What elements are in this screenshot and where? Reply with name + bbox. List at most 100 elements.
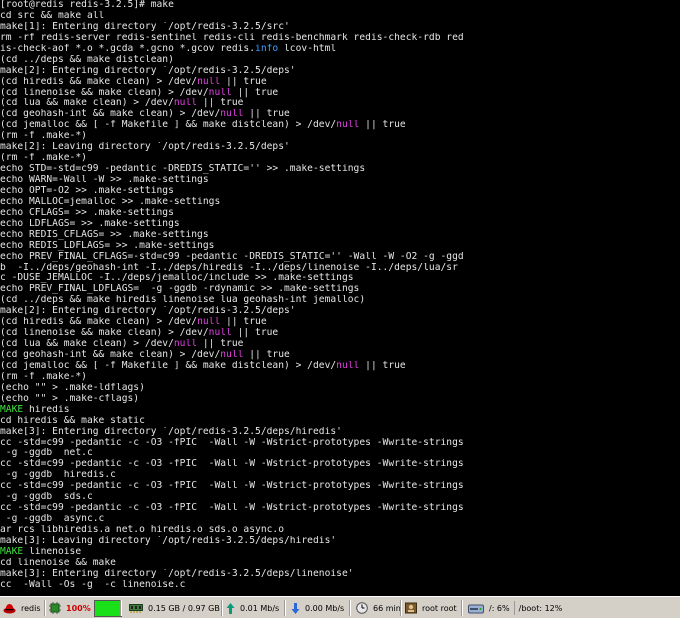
cpu-graph xyxy=(93,599,122,617)
terminal-line: echo WARN=-Wall -W >> .make-settings xyxy=(0,175,680,186)
terminal-text: (echo "" > .make-ldflags) xyxy=(0,382,145,393)
cpu-icon xyxy=(49,602,61,614)
terminal-line: echo STD=-std=c99 -pedantic -DREDIS_STAT… xyxy=(0,164,680,175)
terminal-text: (rm -f .make-*) xyxy=(0,153,87,164)
terminal-line: ar rcs libhiredis.a net.o hiredis.o sds.… xyxy=(0,525,680,536)
terminal-line: (cd ../deps && make distclean) xyxy=(0,55,680,66)
terminal-line: is-check-aof *.o *.gcda *.gcno *.gcov re… xyxy=(0,44,680,55)
terminal-highlight-null: null xyxy=(173,98,198,109)
terminal-text: cd hiredis && make static xyxy=(0,415,145,426)
terminal-line: cc -Wall -Os -g -c linenoise.c xyxy=(0,580,680,591)
terminal-line: (cd lua && make clean) > /dev/null || tr… xyxy=(0,339,680,350)
cpu-percent: 100% xyxy=(66,603,91,613)
terminal-text: cc -std=c99 -pedantic -c -O3 -fPIC -Wall… xyxy=(0,503,464,514)
terminal-line: cd src && make all xyxy=(0,11,680,22)
uptime-item[interactable]: 66 min xyxy=(356,600,401,616)
terminal-text: (cd ../deps && make hiredis linenoise lu… xyxy=(0,295,366,306)
net-download-item[interactable]: 0.00 Mb/s xyxy=(291,600,344,616)
terminal-highlight-null: null xyxy=(208,87,232,98)
terminal-text: (cd jemalloc && [ -f Makefile ] && make … xyxy=(0,360,337,371)
terminal-text: (cd geohash-int && make clean) > /dev/ xyxy=(0,350,221,360)
terminal-text: || true xyxy=(243,350,290,360)
net-download-rate: 0.00 Mb/s xyxy=(305,603,345,613)
status-panel: redis 100% 0.15 GB / 0.97 GB 0.01 Mb/s 0… xyxy=(0,596,680,618)
terminal-line: (rm -f .make-*) xyxy=(0,372,680,383)
disk-usage-divider xyxy=(513,601,515,615)
hard-drive-icon xyxy=(468,604,484,613)
terminal-line: c -DUSE_JEMALLOC -I../deps/jemalloc/incl… xyxy=(0,273,680,284)
terminal-text: (cd lua && make clean) > /dev/ xyxy=(0,339,174,350)
terminal-line: echo PREV_FINAL_CFLAGS=-std=c99 -pedanti… xyxy=(0,252,680,263)
terminal-line: (cd linenoise && make clean) > /dev/null… xyxy=(0,328,680,339)
terminal-line: MAKE linenoise xyxy=(0,547,680,558)
terminal-text: || true xyxy=(220,317,267,328)
terminal-output[interactable]: [root@redis redis-3.2.5]# make cd src && … xyxy=(0,0,680,596)
users-value: root root xyxy=(422,603,457,613)
terminal-line: (echo "" > .make-ldflags) xyxy=(0,383,680,394)
terminal-line: cd linenoise && make xyxy=(0,558,680,569)
separator xyxy=(349,600,351,616)
terminal-highlight-null: null xyxy=(197,76,221,87)
terminal-text: (cd linenoise && make clean) > /dev/ xyxy=(0,328,209,339)
terminal-text: cc -std=c99 -pedantic -c -O3 -fPIC -Wall… xyxy=(0,481,464,492)
terminal-line: -g -ggdb hiredis.c xyxy=(0,470,680,481)
memory-icon xyxy=(129,604,143,613)
terminal-text: linenoise xyxy=(23,546,82,557)
terminal-line: (cd hiredis && make clean) > /dev/null |… xyxy=(0,77,680,88)
terminal-text: make[2]: Entering directory `/opt/redis-… xyxy=(0,306,296,317)
terminal-text: (cd geohash-int && make clean) > /dev/ xyxy=(0,109,221,120)
terminal-line: echo LDFLAGS= >> .make-settings xyxy=(0,219,680,230)
terminal-line: (cd ../deps && make hiredis linenoise lu… xyxy=(0,295,680,306)
cpu-item[interactable]: 100% xyxy=(49,599,122,617)
terminal-text: (cd hiredis && make clean) > /dev/ xyxy=(0,76,198,87)
terminal-line: MAKE hiredis xyxy=(0,405,680,416)
terminal-highlight-null: null xyxy=(173,339,198,350)
terminal-line: rm -rf redis-server redis-sentinel redis… xyxy=(0,33,680,44)
terminal-text: make[3]: Entering directory `/opt/redis-… xyxy=(0,426,342,437)
users-item[interactable]: root root xyxy=(405,600,457,616)
disk-item[interactable]: /: 6% /boot: 12% xyxy=(468,600,562,616)
terminal-line: cc -std=c99 -pedantic -c -O3 -fPIC -Wall… xyxy=(0,503,680,514)
terminal-line: (cd linenoise && make clean) > /dev/null… xyxy=(0,88,680,99)
terminal-text: echo REDIS_LDFLAGS= >> .make-settings xyxy=(0,240,215,251)
download-arrow-icon xyxy=(291,602,300,614)
terminal-line: (rm -f .make-*) xyxy=(0,153,680,164)
uptime-value: 66 min xyxy=(373,603,401,613)
disk-boot-usage: /boot: 12% xyxy=(518,603,563,613)
terminal-line: b -I../deps/geohash-int -I../deps/hiredi… xyxy=(0,263,680,274)
terminal-text: echo PREV_FINAL_LDFLAGS= -g -ggdb -rdyna… xyxy=(0,284,360,295)
terminal-text: cd linenoise && make xyxy=(0,557,116,568)
clock-icon xyxy=(356,602,368,614)
terminal-text: (rm -f .make-*) xyxy=(0,131,87,142)
hostname-item[interactable]: redis xyxy=(3,600,41,616)
terminal-line: cc -std=c99 -pedantic -c -O3 -fPIC -Wall… xyxy=(0,438,680,449)
terminal-line: cc -std=c99 -pedantic -c -O3 -fPIC -Wall… xyxy=(0,481,680,492)
terminal-text: c -DUSE_JEMALLOC -I../deps/jemalloc/incl… xyxy=(0,273,354,284)
net-upload-rate: 0.01 Mb/s xyxy=(240,603,280,613)
terminal-highlight-null: null xyxy=(197,317,221,328)
terminal-text: || true xyxy=(231,328,279,339)
net-upload-item[interactable]: 0.01 Mb/s xyxy=(226,600,279,616)
terminal-text: cd src && make all xyxy=(0,10,105,21)
terminal-text: (cd linenoise && make clean) > /dev/ xyxy=(0,87,209,98)
terminal-line: (echo "" > .make-cflags) xyxy=(0,394,680,405)
terminal-text: echo MALLOC=jemalloc >> .make-settings xyxy=(0,196,221,207)
terminal-text: echo CFLAGS= >> .make-settings xyxy=(0,207,174,218)
terminal-line: (rm -f .make-*) xyxy=(0,131,680,142)
terminal-highlight-null: null xyxy=(336,120,360,131)
terminal-line: (cd lua && make clean) > /dev/null || tr… xyxy=(0,98,680,109)
terminal-line: make[2]: Leaving directory `/opt/redis-3… xyxy=(0,142,680,153)
terminal-text: (rm -f .make-*) xyxy=(0,371,87,382)
terminal-text: b -I../deps/geohash-int -I../deps/hiredi… xyxy=(0,262,458,273)
terminal-highlight-null: null xyxy=(208,328,232,339)
memory-item[interactable]: 0.15 GB / 0.97 GB xyxy=(129,600,220,616)
terminal-line: echo REDIS_LDFLAGS= >> .make-settings xyxy=(0,241,680,252)
terminal-text: || true xyxy=(231,87,279,98)
terminal-text: echo OPT=-O2 >> .make-settings xyxy=(0,185,174,196)
terminal-highlight-null: null xyxy=(336,360,360,371)
terminal-line: cd hiredis && make static xyxy=(0,416,680,427)
separator xyxy=(461,600,463,616)
terminal-text: is-check-aof *.o *.gcda *.gcno *.gcov re… xyxy=(0,43,256,54)
terminal-text: make[3]: Leaving directory `/opt/redis-3… xyxy=(0,535,337,546)
terminal-text: -g -ggdb async.c xyxy=(0,514,105,525)
